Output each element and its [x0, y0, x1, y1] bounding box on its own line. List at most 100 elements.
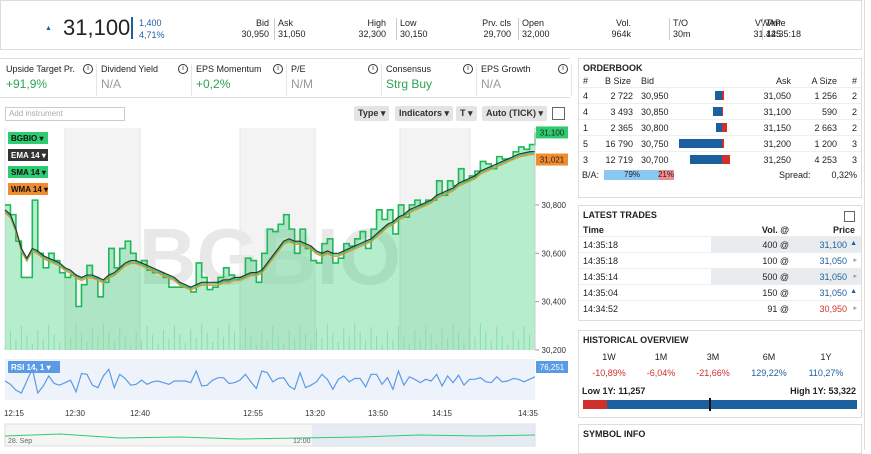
ask-count: 3 [851, 139, 857, 149]
sma-line [4, 152, 536, 290]
volume-bar [86, 342, 88, 350]
volume-bar [190, 329, 192, 350]
trades-header-price: Price [832, 225, 855, 235]
info-icon[interactable]: i [83, 64, 93, 74]
orderbook-header: # [851, 76, 857, 86]
interval-dropdown[interactable]: Auto (TICK) ▾ [482, 106, 548, 121]
volume-bar [212, 342, 214, 350]
high-1y-label: High 1Y: 53,322 [790, 386, 856, 396]
bid-size: 2 722 [610, 91, 633, 101]
legend-chip [8, 166, 48, 178]
volume-bar [485, 332, 487, 350]
price-line [5, 132, 536, 308]
metric-5: EPS Growth N/A i [481, 64, 572, 96]
spread-value: 0,32% [831, 170, 857, 180]
grid-band [400, 128, 470, 350]
volume-bar [261, 331, 263, 350]
bid-price: 30,850 [641, 107, 669, 117]
trade-time: 14:34:52 [583, 304, 619, 314]
info-icon[interactable]: i [178, 64, 188, 74]
volume-bar [250, 336, 252, 350]
symbol-info-title: SYMBOL INFO [583, 429, 646, 439]
quote-field-value: 14:35:18 [766, 29, 802, 39]
volume-bar [518, 340, 520, 350]
rsi-panel-bg [5, 359, 535, 400]
ask-depth-bar [722, 107, 723, 116]
add-instrument-input[interactable]: Add instrument [5, 107, 125, 121]
volume-bar [523, 326, 525, 350]
volume-bar [310, 343, 312, 350]
rsi-legend-label: RSI 14, 1 ▾ [11, 363, 52, 372]
quote-field-label: Ask [278, 18, 294, 28]
x-tick-label: 13:50 [368, 409, 389, 418]
orderbook-row: 1 2 365 30,800 31,150 2 663 2 [579, 119, 861, 135]
volume-bar [195, 338, 197, 350]
volume-bar [529, 335, 531, 350]
volume-bar [119, 327, 121, 350]
trade-row: 14:35:14 500 @ 31,050 ▸ [579, 268, 861, 285]
trade-price: 31,050 [819, 272, 847, 282]
wma-line [4, 153, 536, 291]
volume-bar [458, 333, 460, 350]
ask-depth-bar [722, 155, 730, 164]
latest-trades-panel: LATEST TRADES Time Vol. @ Price 14:35:18 40… [578, 205, 862, 321]
volume-bar [162, 330, 164, 350]
t-dropdown[interactable]: T ▾ [456, 106, 477, 121]
period-label: 6M [762, 352, 776, 362]
volume-bar [376, 336, 378, 350]
legend-chip [8, 149, 48, 161]
bid-price: 30,800 [641, 123, 669, 133]
historical-overview-panel: HISTORICAL OVERVIEW 1W 1M 3M 6M 1Y -10,89% -6… [578, 330, 862, 418]
type-dropdown[interactable]: Type ▾ [354, 106, 390, 121]
metric-0: Upside Target Pr. +91,9% i [6, 64, 97, 96]
volume-bar [135, 331, 137, 350]
quote-field: Bid 30,950 [229, 18, 269, 40]
spread-label: Spread: [779, 170, 811, 180]
ma-price-label: 31,021 [540, 156, 565, 165]
y-tick-label: 30,600 [542, 249, 567, 258]
orderbook-row: 5 16 790 30,750 31,200 1 200 3 [579, 135, 861, 151]
quote-separator [274, 18, 275, 40]
volume-bar [403, 335, 405, 350]
indicators-label: Indicators [399, 108, 443, 118]
trade-price: 31,100 [819, 240, 847, 250]
ask-size: 590 [821, 107, 837, 117]
trade-price: 31,050 [819, 288, 847, 298]
bid-count: 3 [583, 155, 589, 165]
volume-bar [26, 335, 28, 350]
ask-count: 3 [851, 155, 857, 165]
navigator-line [4, 433, 536, 440]
right-arrow-icon: ▸ [853, 305, 857, 312]
info-icon[interactable]: i [558, 64, 568, 74]
expand-icon[interactable] [844, 211, 855, 222]
quote-header: ▲ 31,100 1,400 4,71% Bid 30,950 Ask 31,050 H… [0, 0, 862, 50]
x-tick-label: 12:40 [130, 409, 151, 418]
bid-depth-bar [715, 91, 722, 100]
rsi-line [4, 367, 536, 395]
latest-trades-title: LATEST TRADES [583, 210, 657, 220]
type-label: Type [358, 108, 379, 118]
indicators-dropdown[interactable]: Indicators ▾ [395, 106, 454, 121]
info-icon[interactable]: i [463, 64, 473, 74]
bid-size: 2 365 [610, 123, 633, 133]
volume-bar [348, 337, 350, 350]
ask-count: 2 [851, 91, 857, 101]
volume-bar [305, 334, 307, 350]
volume-bar [272, 326, 274, 350]
volume-bar [534, 344, 536, 350]
trade-volume: 500 @ [762, 272, 789, 282]
y-tick-label: 30,400 [542, 298, 567, 307]
volume-bar [359, 332, 361, 350]
volume-bar [70, 338, 72, 350]
volume-bar [217, 328, 219, 350]
volume-bar [321, 338, 323, 350]
volume-bar [501, 336, 503, 350]
quote-field: Open 32,000 [522, 18, 582, 40]
ask-size: 2 663 [814, 123, 837, 133]
info-icon[interactable]: i [273, 64, 283, 74]
grid-band [65, 128, 140, 350]
volume-bar [381, 345, 383, 350]
info-icon[interactable]: i [368, 64, 378, 74]
x-tick-label: 12:55 [243, 409, 264, 418]
expand-icon[interactable] [552, 107, 565, 120]
